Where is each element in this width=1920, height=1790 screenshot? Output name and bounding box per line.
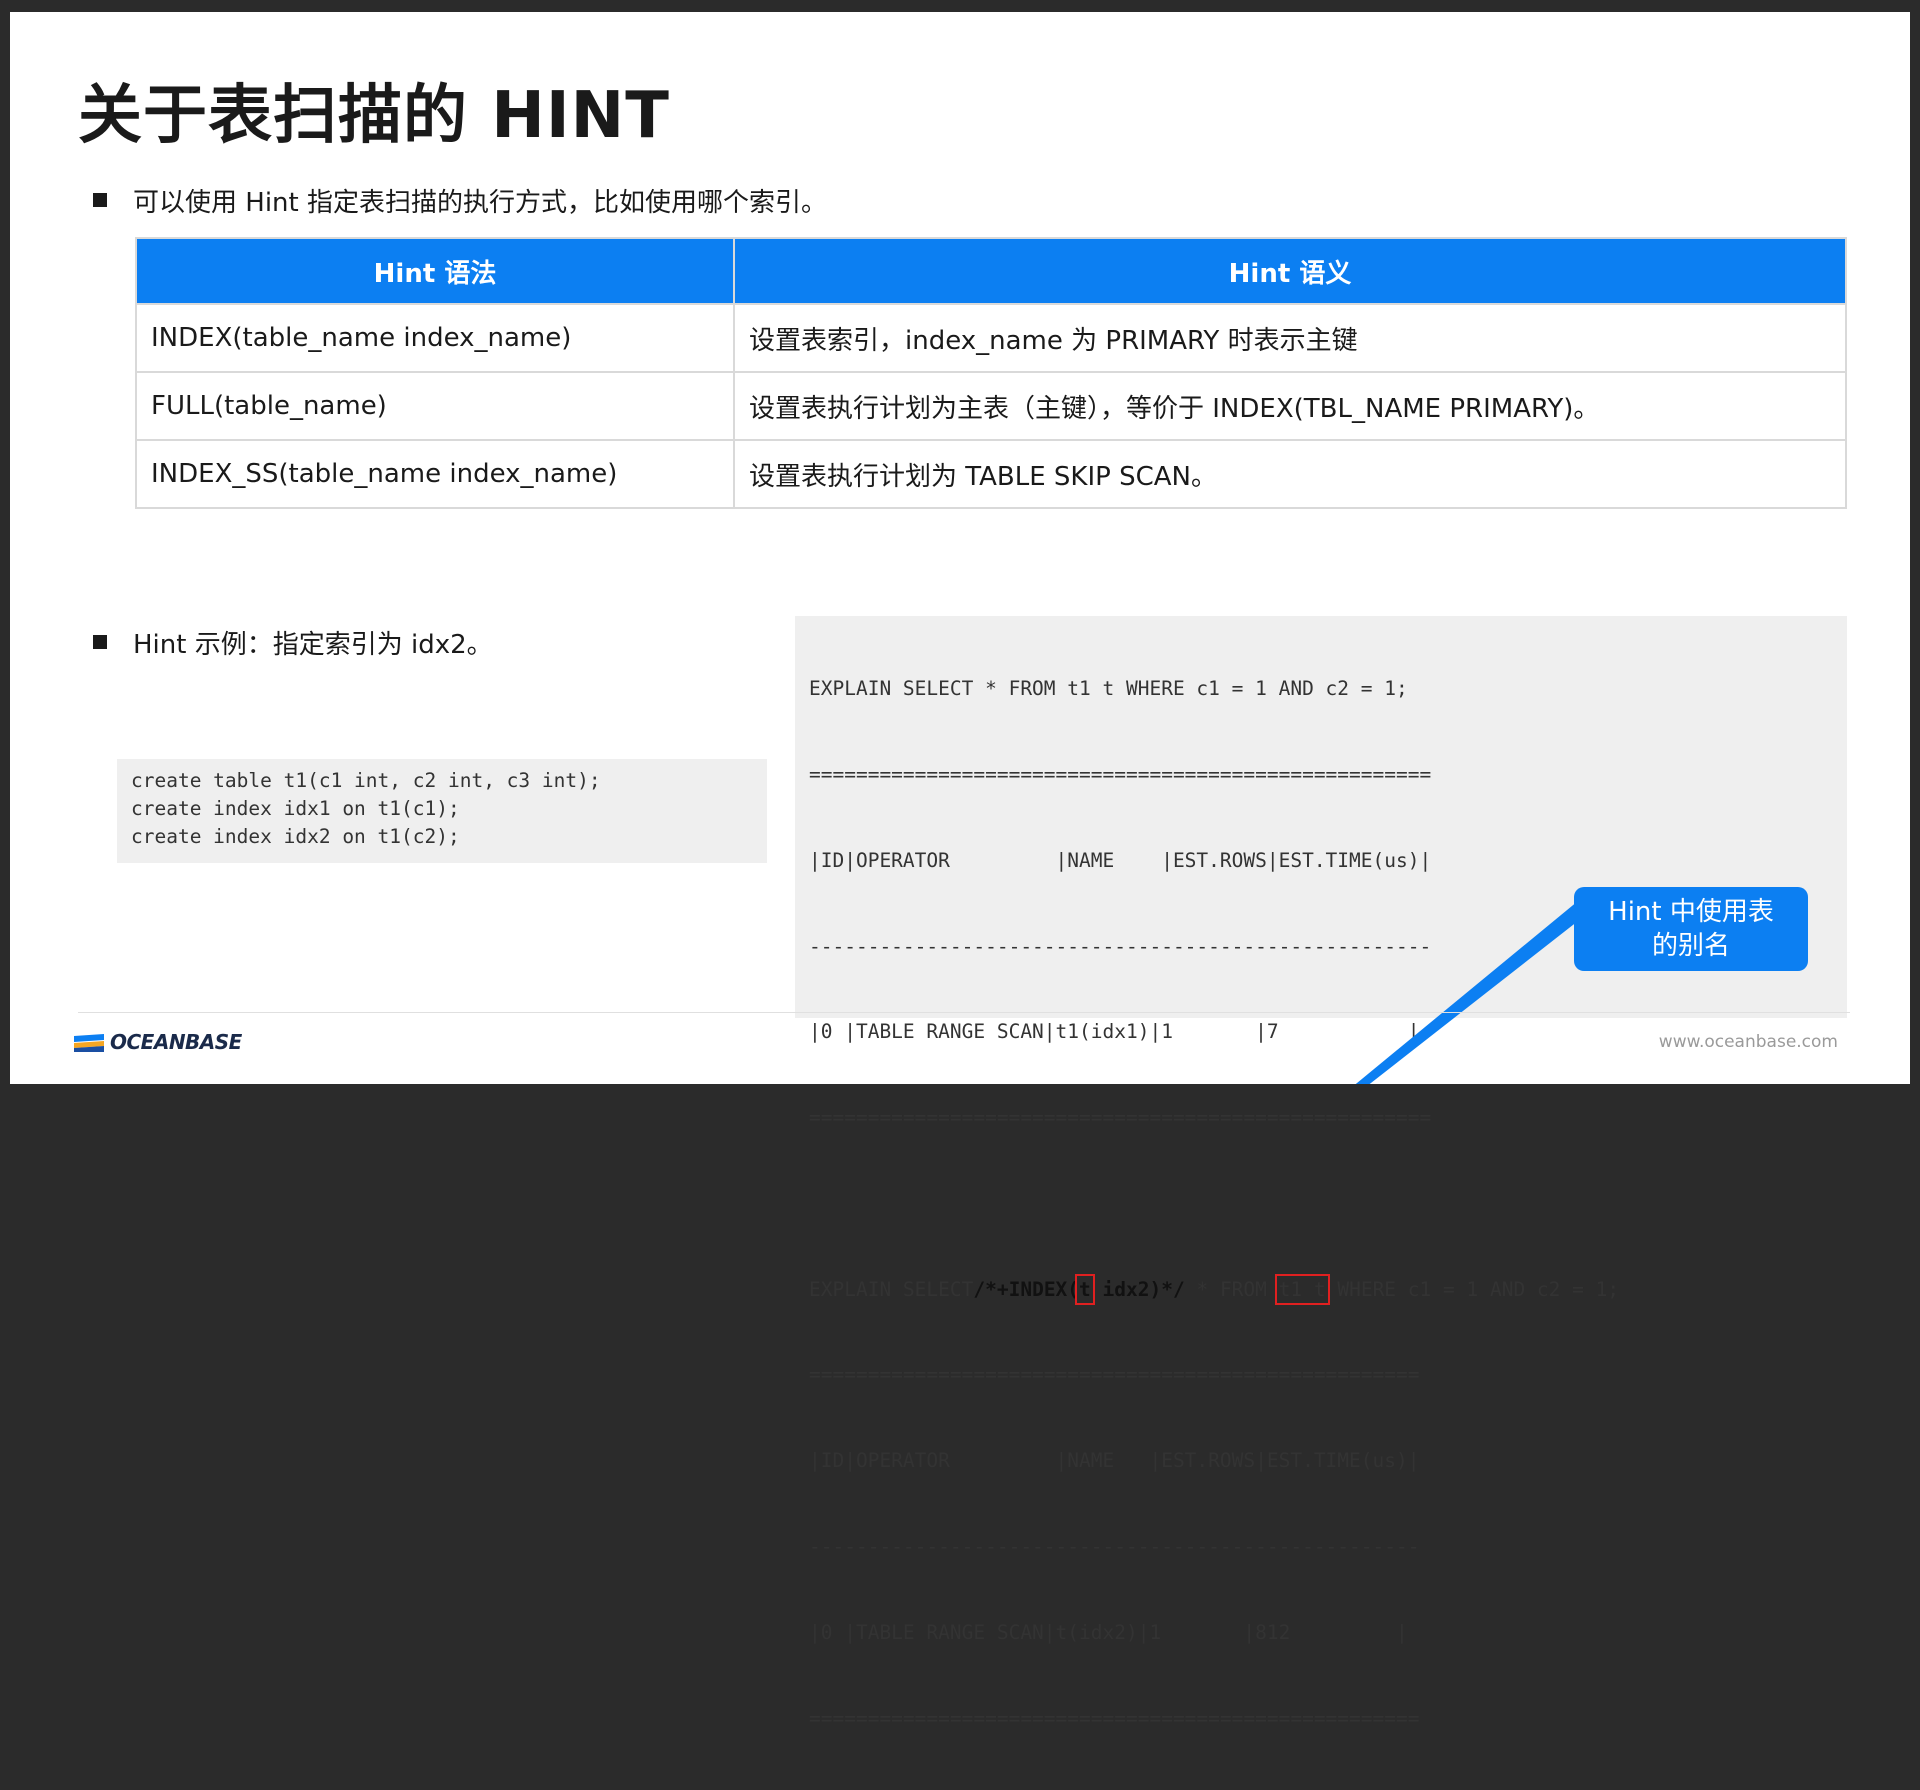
cell-syntax: FULL(table_name) (135, 371, 735, 441)
hint-table: Hint 语法 Hint 语义 INDEX(table_name index_n… (135, 237, 1847, 509)
logo-text: OCEANBASE (110, 1030, 242, 1054)
bullet-example-text: Hint 示例：指定索引为 idx2。 (133, 630, 493, 660)
bullet-intro-text: 可以使用 Hint 指定表扫描的执行方式，比如使用哪个索引。 (133, 188, 827, 218)
explain2-row: |0 |TABLE RANGE SCAN|t(idx2)|1 |812 | (809, 1620, 1408, 1644)
explain2-sep: ========================================… (809, 1363, 1420, 1387)
oceanbase-logo: OCEANBASE (74, 1030, 242, 1054)
footer-divider (78, 1012, 1850, 1013)
query-mid: * FROM (1184, 1277, 1279, 1301)
slide: 关于表扫描的 HINT 可以使用 Hint 指定表扫描的执行方式，比如使用哪个索… (10, 12, 1910, 1730)
callout-line: Hint 中使用表 (1608, 897, 1774, 927)
table-row: FULL(table_name) 设置表执行计划为主表（主键），等价于 INDE… (135, 371, 1847, 441)
explain1-sep: ========================================… (809, 1106, 1432, 1130)
cell-semantics: 设置表执行计划为主表（主键），等价于 INDEX(TBL_NAME PRIMAR… (733, 371, 1847, 441)
explain1-sep: ========================================… (809, 762, 1432, 786)
alias-highlight-box (1075, 1273, 1095, 1305)
code-line: create index idx2 on t1(c2); (131, 825, 460, 848)
create-sql-block: create table t1(c1 int, c2 int, c3 int);… (117, 759, 767, 863)
header-syntax: Hint 语法 (135, 237, 735, 305)
bullet-square-icon (93, 193, 107, 207)
explain1-query: EXPLAIN SELECT * FROM t1 t WHERE c1 = 1 … (809, 677, 1408, 701)
explain2-header: |ID|OPERATOR |NAME |EST.ROWS|EST.TIME(us… (809, 1449, 1420, 1473)
bullet-square-icon (93, 635, 107, 649)
header-semantics: Hint 语义 (733, 237, 1847, 305)
table-row: INDEX_SS(table_name index_name) 设置表执行计划为… (135, 439, 1847, 509)
code-line: create table t1(c1 int, c2 int, c3 int); (131, 769, 601, 792)
cell-semantics: 设置表执行计划为 TABLE SKIP SCAN。 (733, 439, 1847, 509)
explain2-sep: ========================================… (809, 1706, 1420, 1730)
code-line: create index idx1 on t1(c1); (131, 797, 460, 820)
cell-syntax: INDEX_SS(table_name index_name) (135, 439, 735, 509)
oceanbase-logo-icon (74, 1034, 104, 1052)
hint-open: /*+INDEX( (973, 1277, 1080, 1301)
cell-syntax: INDEX(table_name index_name) (135, 303, 735, 373)
callout-note: Hint 中使用表 的别名 (1574, 887, 1808, 971)
query-suffix: WHERE c1 = 1 AND c2 = 1; (1325, 1277, 1620, 1301)
table-row: INDEX(table_name index_name) 设置表索引，index… (135, 303, 1847, 373)
website-url: www.oceanbase.com (1658, 1032, 1838, 1052)
explain2-sep: ----------------------------------------… (809, 1535, 1420, 1558)
explain1-header: |ID|OPERATOR |NAME |EST.ROWS|EST.TIME(us… (809, 848, 1432, 872)
table-header-row: Hint 语法 Hint 语义 (135, 237, 1847, 305)
callout-line: 的别名 (1651, 931, 1730, 961)
hint-close: idx2)*/ (1090, 1277, 1185, 1301)
cell-semantics: 设置表索引，index_name 为 PRIMARY 时表示主键 (733, 303, 1847, 373)
page-title: 关于表扫描的 HINT (78, 79, 670, 153)
query-prefix: EXPLAIN SELECT (809, 1277, 974, 1301)
table-highlight-box (1274, 1273, 1330, 1305)
